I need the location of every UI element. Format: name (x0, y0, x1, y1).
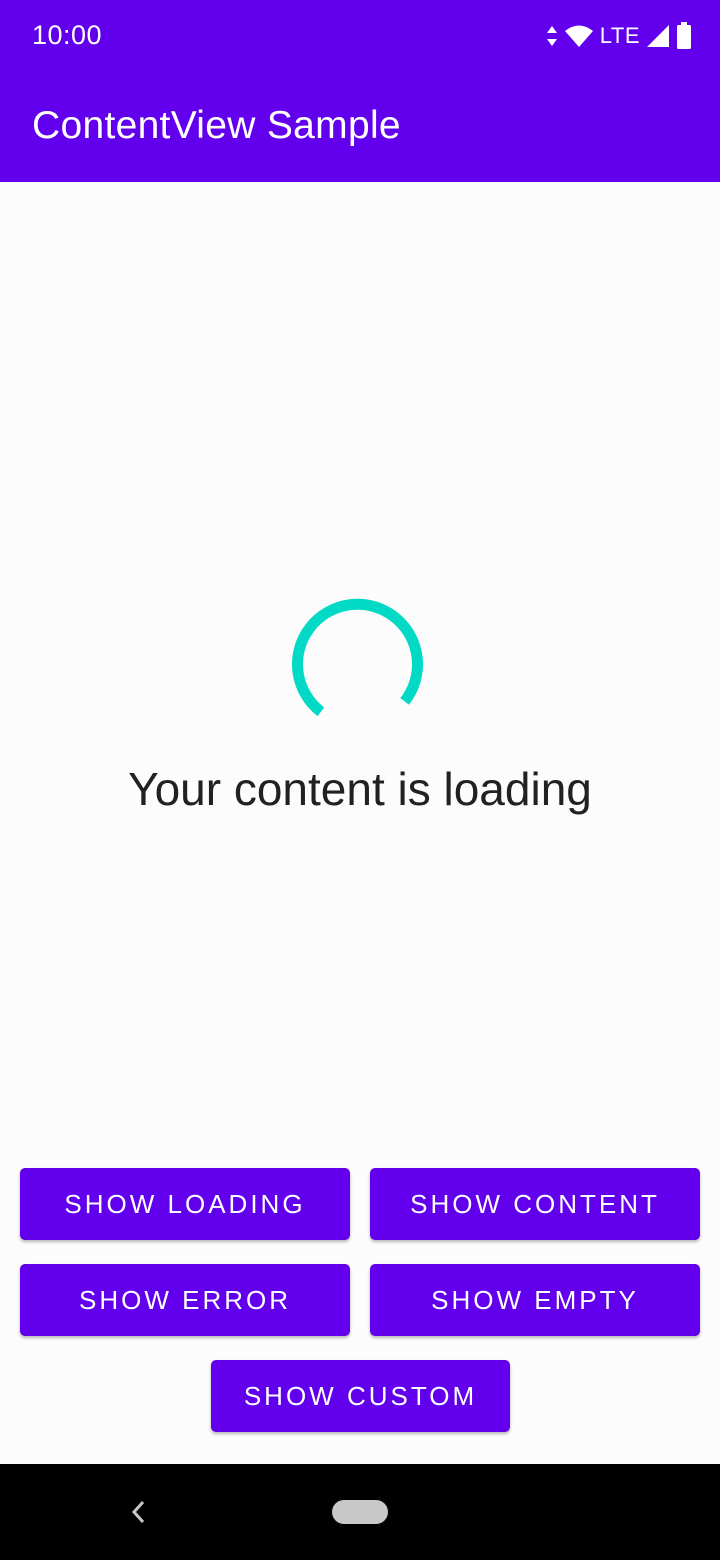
show-error-button[interactable]: SHOW ERROR (20, 1264, 350, 1336)
screen: 10:00 LTE ContentView Sample Your conten… (0, 0, 720, 1560)
app-title: ContentView Sample (32, 104, 401, 147)
back-icon[interactable] (128, 1498, 148, 1526)
signal-icon (646, 24, 670, 48)
wifi-icon (564, 24, 594, 48)
app-bar: ContentView Sample (0, 72, 720, 182)
data-arrows-icon (546, 24, 558, 48)
show-loading-button[interactable]: SHOW LOADING (20, 1168, 350, 1240)
status-bar: 10:00 LTE (0, 0, 720, 72)
home-pill-icon[interactable] (332, 1500, 388, 1524)
show-custom-button[interactable]: SHOW CUSTOM (211, 1360, 510, 1432)
loading-message: Your content is loading (128, 763, 592, 815)
show-content-button[interactable]: SHOW CONTENT (370, 1168, 700, 1240)
show-empty-button[interactable]: SHOW EMPTY (370, 1264, 700, 1336)
loading-spinner-icon (290, 590, 430, 730)
navigation-bar (0, 1464, 720, 1560)
status-time: 10:00 (32, 20, 103, 50)
network-type-label: LTE (599, 23, 640, 48)
battery-icon (676, 22, 692, 50)
status-icons: LTE (546, 20, 692, 52)
